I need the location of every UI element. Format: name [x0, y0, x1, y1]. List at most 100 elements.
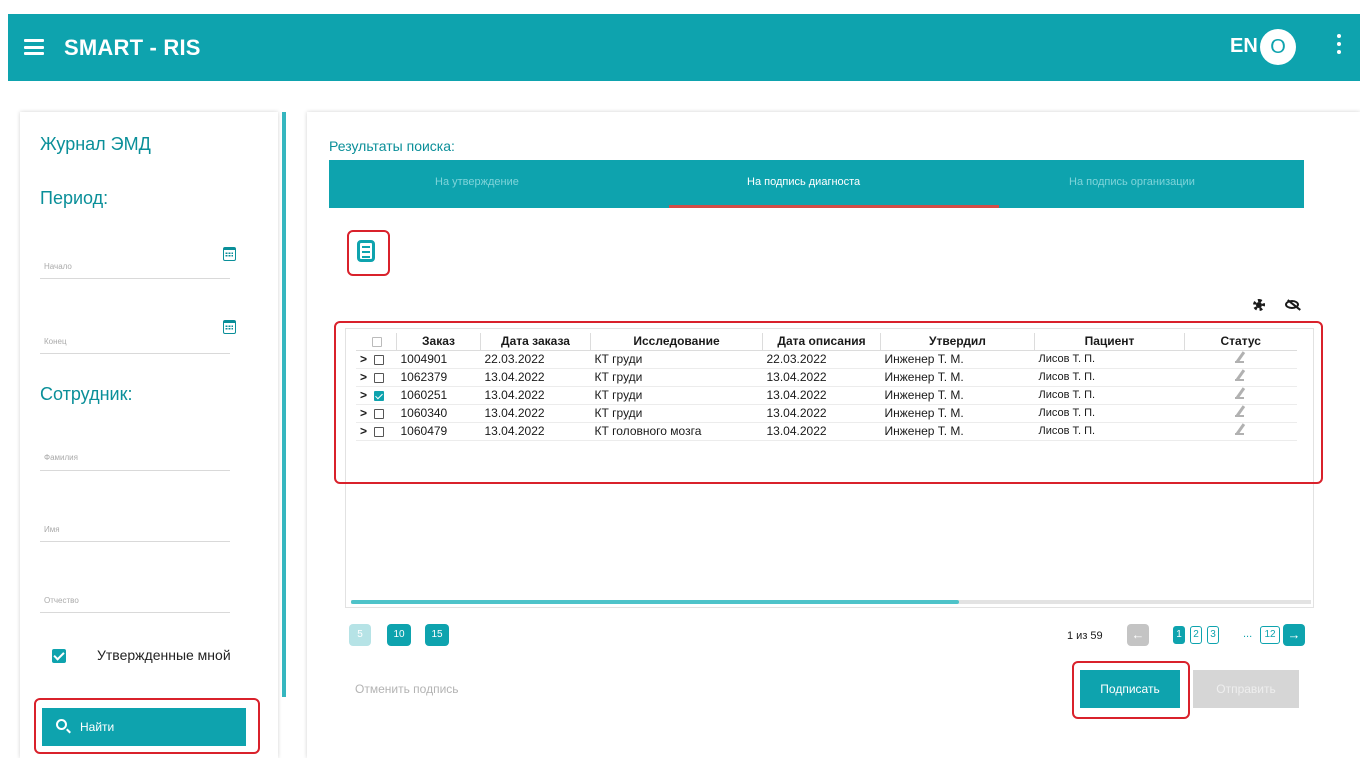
results-table-container: Заказ Дата заказа Исследование Дата опис… [345, 328, 1314, 608]
more-options-icon[interactable] [1336, 34, 1342, 58]
hide-columns-icon[interactable] [1285, 300, 1301, 310]
copy-document-button[interactable] [351, 236, 381, 266]
table-row[interactable]: > 1060251 13.04.2022 КТ груди 13.04.2022… [356, 386, 1297, 405]
table-row[interactable]: > 1060340 13.04.2022 КТ груди 13.04.2022… [356, 404, 1297, 423]
row-select[interactable] [370, 404, 397, 423]
cell-approved-by: Инженер Т. М. [880, 368, 1035, 387]
page-size-10[interactable]: 10 [387, 624, 411, 646]
name-field[interactable]: Имя [44, 525, 60, 534]
cell-patient: Лисов Т. П. [1034, 404, 1185, 423]
prev-page-arrow-icon[interactable]: ← [1127, 624, 1149, 646]
cancel-signature-button[interactable]: Отменить подпись [355, 682, 459, 696]
period-heading: Период: [40, 188, 109, 208]
cell-approved-by: Инженер Т. М. [880, 404, 1035, 423]
col-approved-by[interactable]: Утвердил [880, 333, 1035, 351]
calendar-icon[interactable] [223, 320, 236, 334]
language-switch[interactable]: EN [1230, 35, 1258, 58]
find-button[interactable]: Найти [42, 708, 246, 746]
row-checkbox[interactable] [374, 372, 384, 383]
sign-button[interactable]: Подписать [1080, 670, 1180, 708]
next-page-arrow-icon[interactable]: → [1283, 624, 1305, 646]
cell-status [1184, 404, 1297, 423]
document-icon [357, 240, 375, 262]
cell-approved-by: Инженер Т. М. [880, 386, 1035, 405]
cell-order-date: 13.04.2022 [480, 422, 591, 441]
page-1[interactable]: 1 [1173, 626, 1185, 644]
cell-status [1184, 386, 1297, 405]
end-date-underline [40, 353, 230, 354]
cell-order-date: 22.03.2022 [480, 350, 591, 369]
cell-patient: Лисов Т. П. [1034, 368, 1185, 387]
page-2[interactable]: 2 [1190, 626, 1202, 644]
surname-underline [40, 470, 230, 471]
tab-for-approval[interactable]: На утверждение [435, 176, 519, 188]
row-checkbox[interactable] [374, 426, 384, 437]
results-panel: Результаты поиска: На утверждение На под… [307, 112, 1360, 758]
patronymic-field[interactable]: Отчество [44, 596, 79, 605]
table-row[interactable]: > 1060479 13.04.2022 КТ головного мозга … [356, 422, 1297, 441]
page-3[interactable]: 3 [1207, 626, 1219, 644]
surname-field[interactable]: Фамилия [44, 453, 78, 462]
signature-status-icon [1234, 387, 1248, 401]
col-study[interactable]: Исследование [590, 333, 763, 351]
expand-row-icon[interactable]: > [356, 422, 370, 441]
col-status[interactable]: Статус [1184, 333, 1297, 351]
cell-study: КТ груди [590, 368, 763, 387]
select-all-header[interactable] [370, 333, 397, 351]
name-underline [40, 541, 230, 542]
signature-status-icon [1234, 405, 1248, 419]
row-checkbox[interactable] [374, 390, 384, 401]
horizontal-scrollbar[interactable] [351, 600, 1311, 604]
col-patient[interactable]: Пациент [1034, 333, 1185, 351]
avatar[interactable]: O [1260, 29, 1296, 65]
hamburger-menu-icon[interactable] [24, 39, 44, 55]
row-checkbox[interactable] [374, 354, 384, 365]
app-root: SMART - RIS EN O Журнал ЭМД Период: Нача… [0, 0, 1360, 758]
start-date-field[interactable]: Начало [44, 262, 72, 271]
cell-order-date: 13.04.2022 [480, 386, 591, 405]
calendar-icon[interactable] [223, 247, 236, 261]
page-12[interactable]: 12 [1260, 626, 1280, 644]
scrollbar-thumb[interactable] [351, 600, 959, 604]
page-size-15[interactable]: 15 [425, 624, 449, 646]
cell-order: 1062379 [396, 368, 481, 387]
start-date-underline [40, 278, 230, 279]
col-order-date[interactable]: Дата заказа [480, 333, 591, 351]
employee-heading: Сотрудник: [40, 384, 133, 404]
select-all-checkbox[interactable] [372, 337, 382, 348]
row-checkbox[interactable] [374, 408, 384, 419]
cell-study: КТ груди [590, 404, 763, 423]
approved-by-me-checkbox[interactable] [52, 649, 66, 663]
row-select[interactable] [370, 350, 397, 369]
expand-row-icon[interactable]: > [356, 368, 370, 387]
cell-order-date: 13.04.2022 [480, 368, 591, 387]
expand-row-icon[interactable]: > [356, 404, 370, 423]
cell-status [1184, 368, 1297, 387]
cell-order: 1060340 [396, 404, 481, 423]
cell-study: КТ груди [590, 386, 763, 405]
send-button[interactable]: Отправить [1193, 670, 1299, 708]
expand-row-icon[interactable]: > [356, 350, 370, 369]
expand-header [356, 333, 370, 351]
tab-diagnostician-signature[interactable]: На подпись диагноста [747, 176, 860, 188]
top-app-bar: SMART - RIS EN O [8, 14, 1360, 81]
page-info: 1 из 59 [1067, 630, 1103, 642]
page-size-5[interactable]: 5 [349, 624, 371, 646]
status-tabs: На утверждение На подпись диагноста На п… [329, 160, 1304, 208]
signature-status-icon [1234, 423, 1248, 437]
cell-description-date: 13.04.2022 [762, 386, 881, 405]
table-row[interactable]: > 1004901 22.03.2022 КТ груди 22.03.2022… [356, 350, 1297, 369]
cell-patient: Лисов Т. П. [1034, 350, 1185, 369]
row-select[interactable] [370, 368, 397, 387]
cell-status [1184, 422, 1297, 441]
end-date-field[interactable]: Конец [44, 337, 67, 346]
row-select[interactable] [370, 386, 397, 405]
approved-by-me-label: Утвержденные мной [97, 647, 231, 663]
col-order[interactable]: Заказ [396, 333, 481, 351]
expand-row-icon[interactable]: > [356, 386, 370, 405]
row-select[interactable] [370, 422, 397, 441]
tab-organization-signature[interactable]: На подпись организации [1069, 176, 1195, 188]
col-description-date[interactable]: Дата описания [762, 333, 881, 351]
table-row[interactable]: > 1062379 13.04.2022 КТ груди 13.04.2022… [356, 368, 1297, 387]
settings-gear-icon[interactable] [1251, 297, 1267, 313]
